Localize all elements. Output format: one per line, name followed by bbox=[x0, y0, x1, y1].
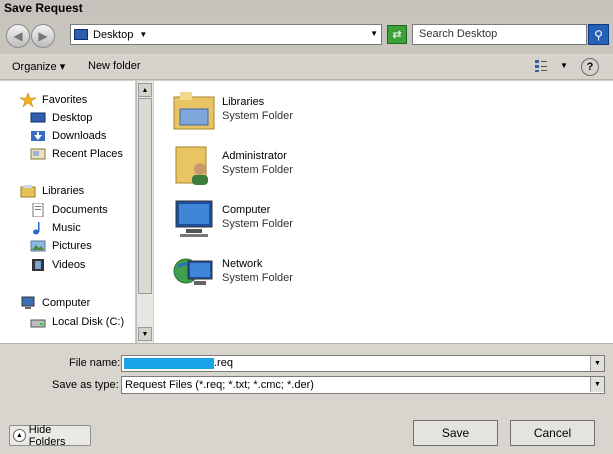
nav-item-local-disk[interactable]: Local Disk (C:) bbox=[30, 314, 124, 330]
folder-item-administrator[interactable]: Administrator System Folder bbox=[172, 143, 412, 193]
folder-type: System Folder bbox=[222, 272, 293, 284]
collapse-icon: ▲ bbox=[13, 429, 26, 442]
hide-folders-label: Hide Folders bbox=[28, 423, 66, 448]
desktop-icon bbox=[74, 29, 88, 40]
pictures-icon bbox=[30, 240, 46, 252]
refresh-icon: ⇄ bbox=[392, 29, 402, 41]
nav-label: Desktop bbox=[52, 112, 93, 124]
nav-item-music[interactable]: Music bbox=[30, 220, 81, 236]
search-input[interactable]: Search Desktop bbox=[412, 24, 587, 45]
folder-type: System Folder bbox=[222, 164, 293, 176]
nav-item-documents[interactable]: Documents bbox=[30, 202, 108, 218]
nav-label: Videos bbox=[52, 259, 86, 271]
views-dropdown-icon[interactable]: ▼ bbox=[560, 61, 568, 70]
forward-arrow-icon: ▶ bbox=[38, 29, 48, 43]
nav-label: Favorites bbox=[42, 94, 88, 106]
save-type-value: Request Files (*.req; *.txt; *.cmc; *.de… bbox=[125, 379, 314, 391]
user-folder-icon bbox=[175, 146, 208, 185]
new-folder-button[interactable]: New folder bbox=[88, 60, 141, 72]
nav-item-desktop[interactable]: Desktop bbox=[30, 110, 92, 126]
chevron-right-icon[interactable]: ▼ bbox=[139, 30, 147, 39]
address-bar[interactable]: Desktop ▼ ▼ bbox=[70, 24, 382, 45]
bottom-panel: File name: .req ▼ Save as type: Request … bbox=[0, 343, 613, 454]
folder-name: Network bbox=[222, 258, 263, 270]
nav-label: Documents bbox=[52, 204, 108, 216]
nav-scrollbar[interactable]: ▲ ▼ bbox=[136, 81, 153, 343]
nav-item-recent-places[interactable]: Recent Places bbox=[30, 146, 123, 162]
documents-icon bbox=[32, 203, 44, 217]
back-arrow-icon: ◀ bbox=[13, 29, 23, 43]
nav-label: Local Disk (C:) bbox=[52, 316, 125, 328]
file-name-field[interactable]: .req ▼ bbox=[121, 355, 605, 372]
folder-name: Libraries bbox=[222, 96, 265, 108]
save-button[interactable]: Save bbox=[413, 420, 498, 446]
save-type-select[interactable]: Request Files (*.req; *.txt; *.cmc; *.de… bbox=[121, 376, 605, 394]
folder-item-computer[interactable]: Computer System Folder bbox=[172, 197, 412, 247]
cancel-button[interactable]: Cancel bbox=[510, 420, 595, 446]
nav-computer[interactable]: Computer bbox=[20, 295, 90, 311]
help-icon[interactable]: ? bbox=[581, 58, 599, 76]
file-list: Libraries System Folder Administrator Sy… bbox=[154, 81, 613, 343]
save-type-dropdown-icon[interactable]: ▼ bbox=[590, 377, 604, 392]
disk-icon bbox=[30, 319, 46, 328]
folder-name: Administrator bbox=[222, 150, 287, 162]
nav-label: Downloads bbox=[52, 130, 107, 142]
libraries-folder-icon bbox=[173, 92, 215, 130]
nav-label: Pictures bbox=[52, 240, 92, 252]
search-icon: ⚲ bbox=[594, 27, 603, 42]
refresh-button[interactable]: ⇄ bbox=[387, 25, 407, 44]
nav-libraries[interactable]: Libraries bbox=[20, 183, 84, 199]
file-name-redaction bbox=[124, 358, 214, 369]
scroll-down-icon[interactable]: ▼ bbox=[138, 327, 152, 341]
nav-label: Music bbox=[52, 222, 81, 234]
toolbar: Organize ▾ New folder ▼ ? bbox=[0, 54, 613, 80]
forward-button[interactable]: ▶ bbox=[31, 24, 55, 48]
navigation-pane: Favorites Desktop Downloads Recent Place… bbox=[0, 81, 136, 343]
organize-menu[interactable]: Organize ▾ bbox=[12, 60, 65, 73]
folder-type: System Folder bbox=[222, 218, 293, 230]
computer-icon bbox=[21, 296, 35, 309]
save-type-label: Save as type: bbox=[52, 379, 119, 391]
organize-label: Organize bbox=[12, 61, 57, 73]
file-name-label: File name: bbox=[69, 357, 121, 369]
network-icon bbox=[173, 258, 213, 285]
star-icon bbox=[20, 93, 36, 107]
recent-places-icon bbox=[30, 148, 46, 160]
nav-label: Recent Places bbox=[52, 148, 123, 160]
address-location[interactable]: Desktop bbox=[93, 29, 133, 41]
back-button[interactable]: ◀ bbox=[6, 24, 30, 48]
folder-item-libraries[interactable]: Libraries System Folder bbox=[172, 89, 412, 139]
nav-label: Computer bbox=[42, 297, 91, 309]
downloads-icon bbox=[31, 131, 45, 141]
scroll-thumb[interactable] bbox=[138, 98, 152, 294]
views-icon[interactable] bbox=[534, 59, 548, 73]
folder-name: Computer bbox=[222, 204, 271, 216]
address-row: ◀ ▶ Desktop ▼ ▼ ⇄ Search Desktop ⚲ bbox=[0, 16, 613, 54]
videos-icon bbox=[32, 259, 44, 271]
folder-item-network[interactable]: Network System Folder bbox=[172, 251, 412, 301]
file-name-value[interactable]: .req bbox=[214, 357, 233, 369]
hide-folders-button[interactable]: ▲ Hide Folders bbox=[9, 423, 91, 448]
libraries-icon bbox=[20, 185, 36, 198]
nav-label: Libraries bbox=[42, 185, 85, 197]
nav-item-pictures[interactable]: Pictures bbox=[30, 238, 92, 254]
scroll-up-icon[interactable]: ▲ bbox=[138, 83, 152, 97]
desktop-icon bbox=[30, 112, 46, 123]
music-icon bbox=[33, 222, 40, 235]
nav-favorites[interactable]: Favorites bbox=[20, 92, 87, 108]
folder-type: System Folder bbox=[222, 110, 293, 122]
nav-item-videos[interactable]: Videos bbox=[30, 257, 85, 273]
computer-icon bbox=[175, 200, 213, 237]
nav-item-downloads[interactable]: Downloads bbox=[30, 128, 106, 144]
address-dropdown-icon[interactable]: ▼ bbox=[370, 29, 378, 38]
file-name-dropdown-icon[interactable]: ▼ bbox=[590, 356, 604, 371]
search-button[interactable]: ⚲ bbox=[588, 24, 609, 45]
window-title: Save Request bbox=[0, 0, 613, 16]
